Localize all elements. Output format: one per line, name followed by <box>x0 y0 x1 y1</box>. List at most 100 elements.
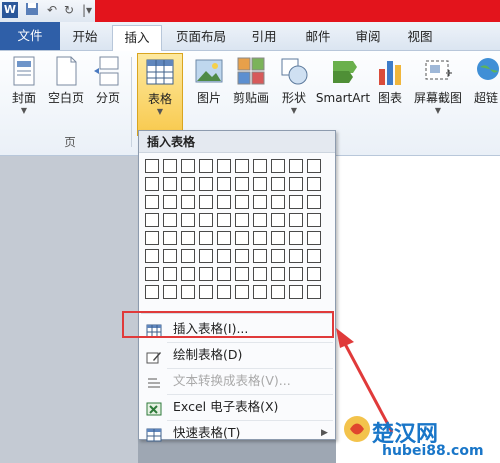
grid-cell[interactable] <box>271 285 285 299</box>
grid-cell[interactable] <box>271 195 285 209</box>
grid-cell[interactable] <box>217 177 231 191</box>
grid-cell[interactable] <box>145 195 159 209</box>
grid-cell[interactable] <box>145 213 159 227</box>
tab-references[interactable]: 引用 <box>244 26 284 48</box>
hyperlink-button[interactable]: 超链 <box>472 55 500 105</box>
grid-cell[interactable] <box>307 195 321 209</box>
grid-cell[interactable] <box>217 195 231 209</box>
word-logo-icon[interactable]: W <box>2 2 18 18</box>
grid-cell[interactable] <box>289 159 303 173</box>
grid-cell[interactable] <box>253 231 267 245</box>
grid-cell[interactable] <box>289 195 303 209</box>
clipart-button[interactable]: 剪贴画 <box>230 55 272 105</box>
grid-cell[interactable] <box>145 231 159 245</box>
grid-cell[interactable] <box>235 231 249 245</box>
grid-cell[interactable] <box>145 267 159 281</box>
tab-page-layout[interactable]: 页面布局 <box>166 26 236 48</box>
grid-cell[interactable] <box>163 231 177 245</box>
grid-cell[interactable] <box>181 159 195 173</box>
grid-cell[interactable] <box>235 195 249 209</box>
grid-cell[interactable] <box>271 231 285 245</box>
grid-cell[interactable] <box>253 285 267 299</box>
grid-cell[interactable] <box>217 159 231 173</box>
grid-cell[interactable] <box>235 177 249 191</box>
grid-cell[interactable] <box>307 177 321 191</box>
grid-cell[interactable] <box>253 249 267 263</box>
grid-cell[interactable] <box>235 213 249 227</box>
tab-insert[interactable]: 插入 <box>112 25 162 52</box>
smartart-button[interactable]: SmartArt <box>314 55 372 105</box>
grid-cell[interactable] <box>199 249 213 263</box>
grid-cell[interactable] <box>235 267 249 281</box>
grid-cell[interactable] <box>163 213 177 227</box>
grid-cell[interactable] <box>271 159 285 173</box>
grid-cell[interactable] <box>199 267 213 281</box>
grid-cell[interactable] <box>181 231 195 245</box>
menu-item-quick-tables[interactable]: 快速表格(T) ▶ <box>139 421 335 445</box>
grid-cell[interactable] <box>289 285 303 299</box>
grid-cell[interactable] <box>163 159 177 173</box>
grid-cell[interactable] <box>217 231 231 245</box>
save-icon[interactable] <box>24 2 40 19</box>
blank-page-button[interactable]: 空白页 <box>46 55 86 105</box>
grid-cell[interactable] <box>163 267 177 281</box>
grid-cell[interactable] <box>181 285 195 299</box>
grid-cell[interactable] <box>199 213 213 227</box>
grid-cell[interactable] <box>289 267 303 281</box>
tab-home[interactable]: 开始 <box>62 26 108 48</box>
grid-cell[interactable] <box>253 213 267 227</box>
grid-cell[interactable] <box>163 177 177 191</box>
grid-cell[interactable] <box>253 177 267 191</box>
grid-cell[interactable] <box>145 177 159 191</box>
shapes-button[interactable]: 形状 ▼ <box>278 55 310 115</box>
grid-cell[interactable] <box>235 285 249 299</box>
grid-cell[interactable] <box>271 249 285 263</box>
grid-cell[interactable] <box>217 249 231 263</box>
customize-quick-access-icon[interactable]: |▾ <box>80 2 94 19</box>
grid-cell[interactable] <box>145 285 159 299</box>
grid-cell[interactable] <box>289 213 303 227</box>
grid-cell[interactable] <box>253 267 267 281</box>
grid-cell[interactable] <box>217 213 231 227</box>
grid-cell[interactable] <box>271 213 285 227</box>
grid-cell[interactable] <box>199 159 213 173</box>
grid-cell[interactable] <box>199 231 213 245</box>
menu-item-excel-spreadsheet[interactable]: Excel 电子表格(X) <box>139 395 335 419</box>
chart-button[interactable]: 图表 <box>374 55 406 105</box>
grid-cell[interactable] <box>217 267 231 281</box>
grid-cell[interactable] <box>235 159 249 173</box>
tab-mailings[interactable]: 邮件 <box>298 26 338 48</box>
grid-cell[interactable] <box>307 231 321 245</box>
grid-cell[interactable] <box>163 285 177 299</box>
grid-cell[interactable] <box>145 249 159 263</box>
tab-review[interactable]: 审阅 <box>348 26 388 48</box>
menu-item-draw-table[interactable]: 绘制表格(D) <box>139 343 335 367</box>
grid-cell[interactable] <box>181 213 195 227</box>
grid-cell[interactable] <box>217 285 231 299</box>
grid-cell[interactable] <box>253 195 267 209</box>
grid-cell[interactable] <box>163 249 177 263</box>
grid-cell[interactable] <box>289 231 303 245</box>
grid-cell[interactable] <box>145 159 159 173</box>
grid-cell[interactable] <box>289 177 303 191</box>
grid-cell[interactable] <box>289 249 303 263</box>
grid-cell[interactable] <box>181 249 195 263</box>
grid-cell[interactable] <box>307 285 321 299</box>
picture-button[interactable]: 图片 <box>192 55 226 105</box>
page-break-button[interactable]: 分页 <box>90 55 126 105</box>
undo-icon[interactable]: ↶ <box>44 2 60 19</box>
grid-cell[interactable] <box>307 213 321 227</box>
table-button[interactable]: 表格 ▼ <box>137 53 183 136</box>
grid-cell[interactable] <box>307 159 321 173</box>
redo-icon[interactable]: ↻ <box>62 2 76 19</box>
grid-cell[interactable] <box>199 177 213 191</box>
cover-button[interactable]: 封面 ▼ <box>6 55 42 115</box>
grid-cell[interactable] <box>235 249 249 263</box>
screenshot-button[interactable]: 屏幕截图 ▼ <box>410 55 466 115</box>
tab-view[interactable]: 视图 <box>400 26 440 48</box>
tab-file[interactable]: 文件 <box>0 22 60 50</box>
grid-cell[interactable] <box>271 267 285 281</box>
grid-cell[interactable] <box>163 195 177 209</box>
grid-cell[interactable] <box>307 249 321 263</box>
grid-cell[interactable] <box>199 195 213 209</box>
